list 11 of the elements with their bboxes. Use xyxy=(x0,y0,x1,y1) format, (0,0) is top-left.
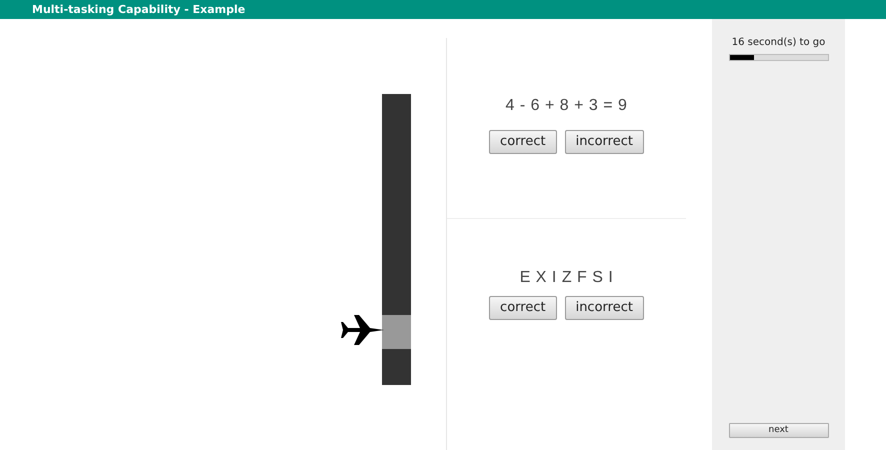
target-zone xyxy=(382,315,411,349)
correct-button[interactable]: correct xyxy=(489,296,557,320)
timer-text: 16 second(s) to go xyxy=(732,36,826,50)
incorrect-button[interactable]: incorrect xyxy=(564,296,644,320)
correct-button[interactable]: correct xyxy=(489,130,557,154)
letter-sequence: E X I Z F S I xyxy=(520,268,614,288)
equation-text: 4 - 6 + 8 + 3 = 9 xyxy=(506,96,628,116)
airplane-icon xyxy=(340,313,384,347)
next-button[interactable]: next xyxy=(728,423,828,438)
incorrect-button[interactable]: incorrect xyxy=(564,130,644,154)
window-title: Multi-tasking Capability - Example xyxy=(0,0,886,19)
